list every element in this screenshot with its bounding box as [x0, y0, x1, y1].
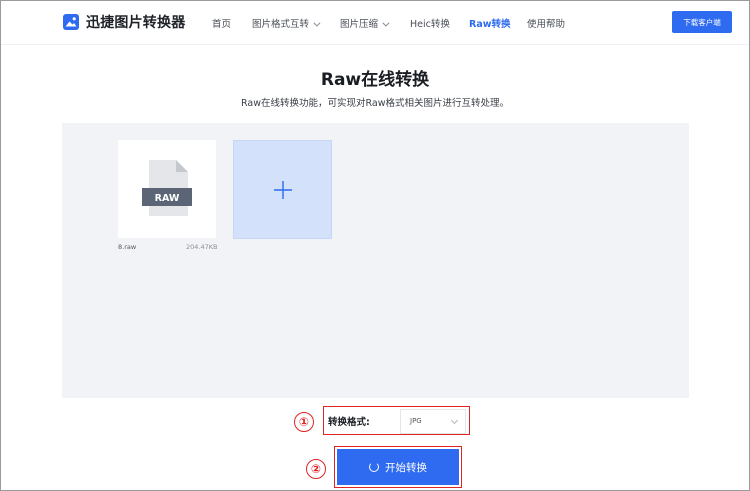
nav-home[interactable]: 首页	[212, 16, 231, 30]
start-convert-label: 开始转换	[385, 461, 427, 474]
spinner-icon	[369, 462, 379, 472]
nav-raw-label: Raw转换	[469, 19, 511, 30]
add-file-button[interactable]	[233, 140, 332, 239]
nav-heic[interactable]: Heic转换	[410, 16, 450, 30]
chevron-down-icon	[382, 19, 390, 27]
raw-badge-text: RAW	[155, 193, 180, 204]
file-size: 204.47KB	[186, 243, 218, 251]
chevron-down-icon	[450, 416, 459, 425]
file-card[interactable]: RAW	[118, 140, 216, 238]
nav-home-label: 首页	[212, 19, 232, 30]
nav-format-convert[interactable]: 图片格式互转	[252, 16, 321, 30]
nav-help[interactable]: 使用帮助	[527, 16, 565, 30]
nav-help-label: 使用帮助	[527, 19, 566, 30]
format-label: 转换格式:	[328, 417, 370, 428]
step-1-badge: ①	[294, 412, 314, 432]
file-name: 8.raw	[118, 243, 137, 251]
logo-image-icon	[63, 14, 79, 30]
chevron-down-icon	[313, 19, 321, 27]
logo[interactable]: 迅捷图片转换器	[62, 12, 185, 32]
nav-compress-label: 图片压缩	[340, 19, 379, 30]
nav-format-convert-label: 图片格式互转	[252, 19, 310, 30]
upload-area[interactable]: RAW 8.raw 204.47KB	[62, 123, 689, 398]
plus-icon	[273, 180, 292, 199]
download-client-label: 下载客户端	[683, 17, 721, 27]
download-client-button[interactable]: 下载客户端	[672, 11, 732, 33]
start-convert-button[interactable]: 开始转换	[337, 449, 459, 485]
logo-text: 迅捷图片转换器	[86, 15, 186, 31]
nav-heic-label: Heic转换	[410, 19, 450, 30]
page-subtitle: Raw在线转换功能，可实现对Raw格式相关图片进行互转处理。	[241, 98, 509, 109]
format-selected-value: JPG	[410, 417, 422, 425]
raw-file-icon: RAW	[142, 160, 192, 216]
step-2-badge: ②	[306, 459, 326, 479]
page-title: Raw在线转换	[320, 70, 430, 90]
format-select[interactable]: JPG	[400, 409, 466, 434]
top-header: 迅捷图片转换器 首页 图片格式互转 图片压缩 Heic转换 Raw转换 使用帮助…	[1, 1, 749, 45]
nav-raw[interactable]: Raw转换	[469, 16, 511, 30]
nav-compress[interactable]: 图片压缩	[340, 16, 390, 30]
